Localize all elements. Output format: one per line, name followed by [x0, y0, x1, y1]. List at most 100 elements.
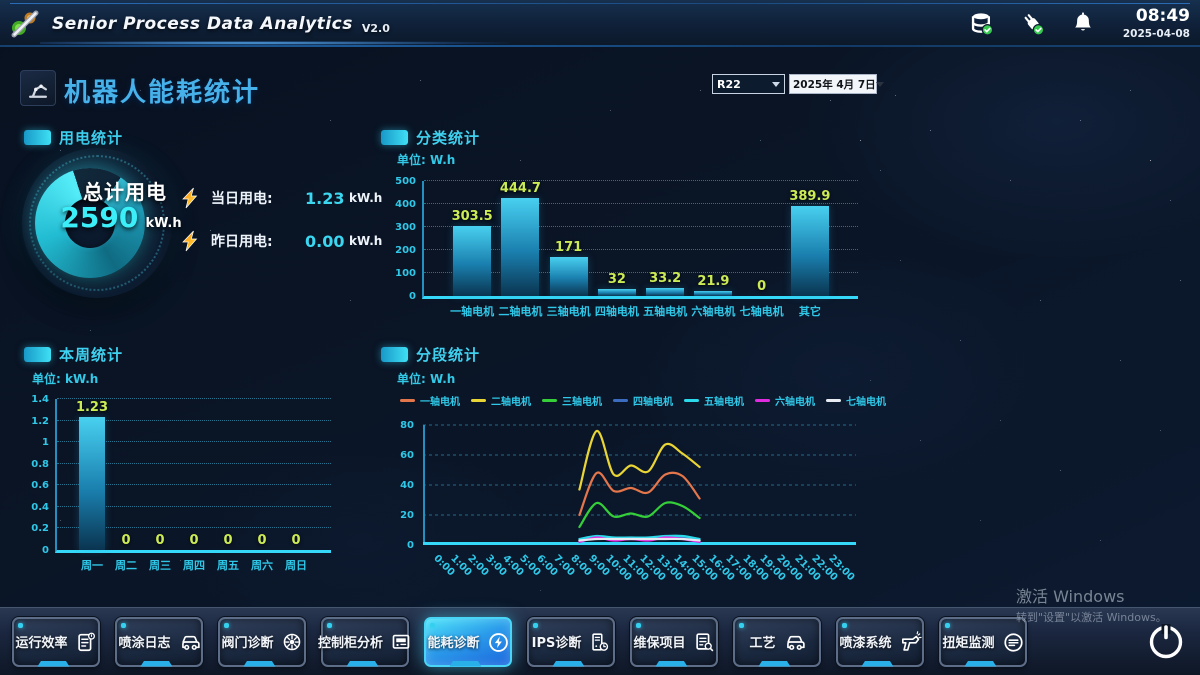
car-icon — [783, 631, 805, 653]
x-axis-category-label: 五轴电机 — [643, 305, 688, 318]
bar-column: 0 周四 — [177, 399, 211, 572]
bar-value-label: 0 — [121, 533, 131, 548]
nav-button-6[interactable]: IPS诊断 — [527, 616, 615, 667]
y-axis-tick-label: 0.8 — [31, 458, 49, 470]
x-axis-category-label: 三轴电机 — [546, 305, 591, 318]
nav-button-9[interactable]: 喷漆系统 — [836, 616, 924, 667]
y-axis-tick-label: 0 — [409, 291, 416, 302]
legend-label: 七轴电机 — [846, 397, 886, 408]
legend-line-swatch — [400, 399, 415, 402]
y-axis-tick-label: 0 — [407, 540, 414, 551]
gauge-value-row: 2590 kW.h — [50, 201, 192, 234]
server-clock-icon — [588, 631, 610, 653]
x-axis-category-label: 周六 — [251, 559, 273, 572]
legend-line-swatch — [684, 399, 699, 402]
nav-button-corner-dot — [739, 622, 744, 628]
legend-line-swatch — [755, 399, 770, 402]
bar-value-label: 0 — [291, 533, 301, 548]
section-header-category: 分类统计 — [381, 127, 480, 148]
notification-bell-icon[interactable] — [1070, 10, 1097, 37]
app-title-group: Senior Process Data Analytics V2.0 — [52, 0, 390, 47]
x-axis-category-label: 周二 — [115, 559, 137, 572]
bar-value-label: 33.2 — [649, 271, 682, 287]
segment-line-chart-svg — [423, 424, 856, 545]
x-axis-category-label: 二轴电机 — [498, 305, 543, 318]
bar-column: 21.9 六轴电机 — [689, 181, 737, 318]
bottom-navbar: 运行效率 喷涂日志 阀门诊断 控制柜分析 能耗诊断 IPS诊断 维保项目 工艺 喷漆系统 扭矩监测 — [0, 607, 1200, 675]
y-axis-tick-label: 500 — [395, 176, 416, 187]
section-header-power: 用电统计 — [24, 127, 123, 148]
gauge-value: 2590 — [60, 201, 139, 234]
stat-value: 1.23 — [305, 188, 345, 208]
app-title: Senior Process Data Analytics — [52, 13, 353, 34]
stat-row-today: 当日用电: 1.23 kW.h — [180, 186, 382, 210]
bar-column: 303.5 一轴电机 — [448, 181, 496, 318]
legend-item: 七轴电机 — [826, 393, 886, 408]
nav-button-bottom-accent — [552, 660, 585, 667]
x-axis-category-label: 周一 — [81, 559, 103, 572]
nav-button-label: 喷漆系统 — [839, 636, 892, 651]
power-icon[interactable] — [1146, 622, 1186, 662]
y-axis-tick-label: 0 — [42, 545, 49, 556]
robot-select-value: R22 — [717, 77, 741, 91]
weekly-bar-chart: 0 0.2 0.4 0.6 0.8 1 1.2 1.4 1.23 周一 0 周二 0 周三 0 周四 0 周五 0 周… — [31, 394, 331, 572]
page-title: 机器人能耗统计 — [64, 78, 261, 108]
nav-button-bottom-accent — [655, 660, 688, 667]
nav-button-1[interactable]: 运行效率 — [12, 616, 100, 667]
bar-value-label: 1.23 — [75, 400, 109, 416]
x-axis-category-label: 一轴电机 — [450, 305, 495, 318]
date-picker-dropdown[interactable]: 2025年 4月 7日 — [789, 74, 884, 94]
bar-value-label: 21.9 — [697, 273, 730, 289]
bar-value-label: 32 — [607, 271, 626, 287]
dashboard-screen: Senior Process Data Analytics V2.0 08:49… — [0, 0, 1200, 675]
legend-item: 四轴电机 — [613, 393, 673, 408]
bar-columns: 303.5 一轴电机 444.7 二轴电机 171 三轴电机 32 四轴电机 33.2 五轴电机 2… — [424, 181, 858, 318]
current-date: 2025-04-08 — [1122, 27, 1190, 40]
bar-column: 1.23 周一 — [75, 399, 109, 572]
x-axis-category-label: 周三 — [149, 559, 171, 572]
nav-button-5[interactable]: 能耗诊断 — [424, 616, 512, 667]
segment-chart-legend: 一轴电机 二轴电机 三轴电机 四轴电机 五轴电机 六轴电机 七轴电机 — [400, 393, 886, 408]
chevron-down-icon — [875, 81, 884, 87]
motor-icon — [1002, 631, 1024, 653]
bar-column: 33.2 五轴电机 — [641, 181, 689, 318]
bar — [549, 256, 588, 296]
bar-column: 0 周三 — [143, 399, 177, 572]
current-time: 08:49 — [1135, 6, 1190, 27]
nav-button-3[interactable]: 阀门诊断 — [218, 616, 306, 667]
legend-label: 三轴电机 — [562, 397, 602, 408]
bar-value-label: 0 — [189, 533, 199, 548]
nav-button-10[interactable]: 扭矩监测 — [939, 616, 1027, 667]
segment-line-chart: 0 20 40 60 80 0:00 1:00 2:00 3:00 4:00 5:00 6:00 7:0… — [400, 420, 856, 583]
database-status-icon — [968, 10, 995, 37]
y-axis-tick-label: 40 — [400, 480, 414, 491]
nav-button-corner-dot — [636, 622, 641, 628]
y-axis-tick-label: 0.2 — [31, 523, 49, 535]
bar — [501, 198, 540, 296]
nav-button-2[interactable]: 喷涂日志 — [115, 616, 203, 667]
bar-column: 389.9 其它 — [786, 181, 834, 318]
bar-column: 171 三轴电机 — [545, 181, 593, 318]
nav-button-corner-dot — [430, 622, 435, 628]
nav-button-7[interactable]: 维保项目 — [630, 616, 718, 667]
nav-button-label: 维保项目 — [633, 636, 686, 651]
nav-button-corner-dot — [533, 622, 538, 628]
nav-button-4[interactable]: 控制柜分析 — [318, 616, 410, 667]
section-title: 分段统计 — [416, 346, 481, 364]
total-power-gauge: 总计用电 2590 kW.h — [22, 148, 182, 298]
legend-item: 二轴电机 — [471, 393, 531, 408]
nav-button-bottom-accent — [964, 660, 997, 667]
y-axis-tick-label: 60 — [400, 450, 414, 461]
nav-button-8[interactable]: 工艺 — [733, 616, 821, 667]
nav-button-bottom-accent — [243, 660, 276, 667]
robot-select-dropdown[interactable]: R22 — [712, 74, 785, 94]
bar-value-label: 0 — [155, 533, 165, 548]
legend-label: 四轴电机 — [633, 397, 673, 408]
app-header: Senior Process Data Analytics V2.0 08:49… — [0, 0, 1200, 47]
bar-value-label: 303.5 — [451, 209, 493, 225]
valve-icon — [281, 631, 303, 653]
y-axis-tick-label: 400 — [395, 199, 416, 210]
bar — [694, 290, 733, 296]
unit-label: 单位: W.h — [397, 372, 456, 386]
section-title: 用电统计 — [59, 129, 124, 147]
